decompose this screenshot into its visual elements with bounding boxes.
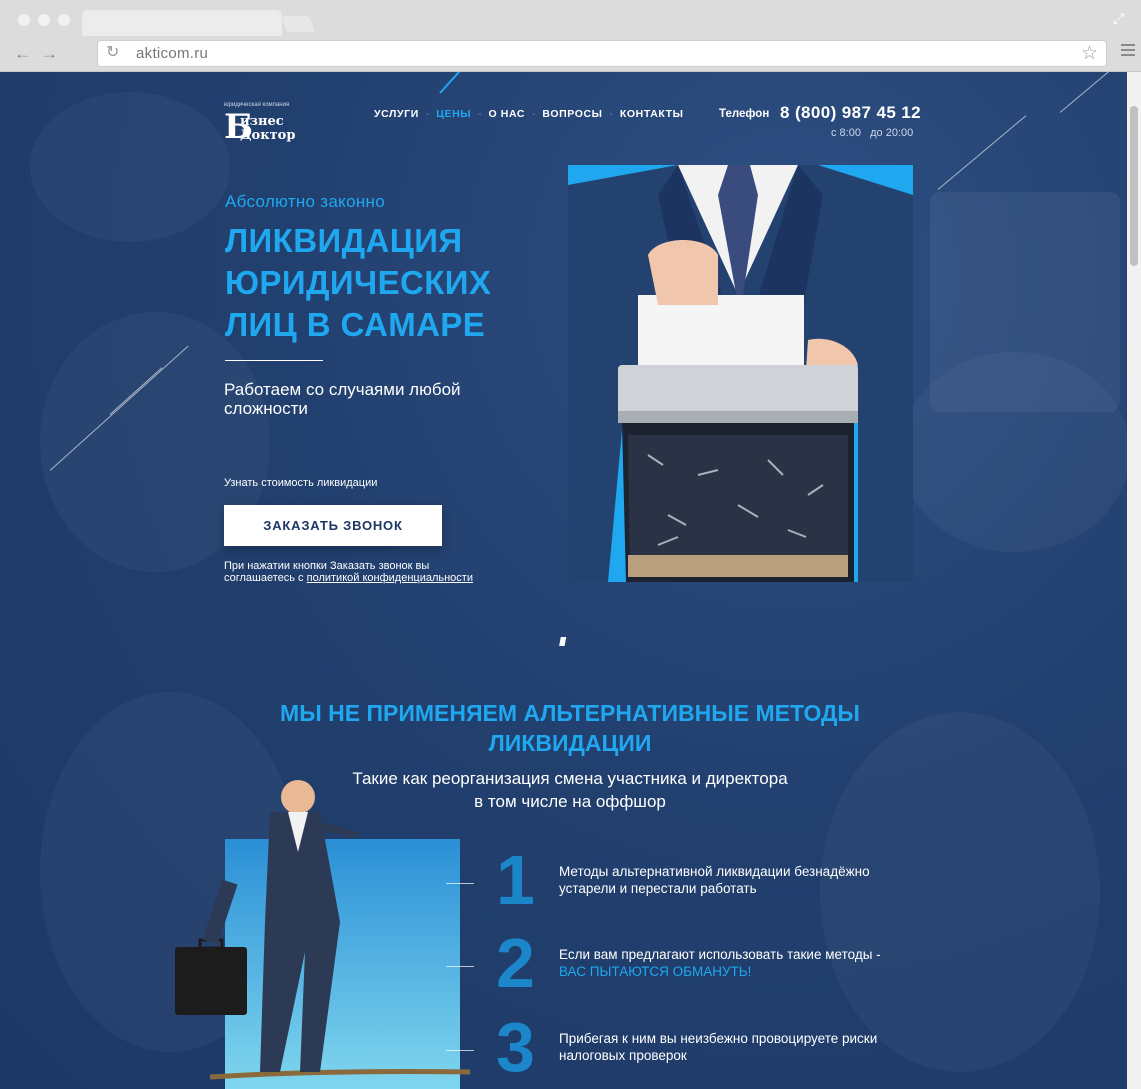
step-number: 1 xyxy=(496,841,535,919)
scrollbar-thumb[interactable] xyxy=(1130,106,1138,266)
step-tick xyxy=(446,883,474,884)
browser-chrome: ⤢ ← → ↻ akticom.ru ☆ xyxy=(0,0,1141,72)
step-number: 2 xyxy=(496,924,535,1002)
nav-separator: - xyxy=(478,108,482,120)
maximize-window-button[interactable] xyxy=(58,14,70,26)
step-1: 1 Методы альтернативной ликвидации безна… xyxy=(446,845,916,919)
order-call-button[interactable]: ЗАКАЗАТЬ ЗВОНОК xyxy=(224,505,442,546)
hero-divider xyxy=(225,360,323,361)
close-window-button[interactable] xyxy=(18,14,30,26)
step-text: Прибегая к ним вы неизбежно провоцируете… xyxy=(559,1030,899,1064)
minimize-window-button[interactable] xyxy=(38,14,50,26)
privacy-policy-link[interactable]: политикой конфиденциальности xyxy=(307,572,473,584)
nav-item-services[interactable]: УСЛУГИ xyxy=(374,108,419,120)
phone-number[interactable]: 8 (800) 987 45 12 xyxy=(780,103,921,123)
step-tick xyxy=(446,1050,474,1051)
reload-icon[interactable]: ↻ xyxy=(106,44,124,62)
deco-line xyxy=(1059,72,1114,113)
page-scrollbar[interactable] xyxy=(1127,72,1141,1089)
nav-item-contacts[interactable]: КОНТАКТЫ xyxy=(620,108,684,120)
step-number: 3 xyxy=(496,1008,535,1086)
tightrope-illustration xyxy=(175,780,470,1089)
logo-line1: изнес xyxy=(240,114,284,129)
step-tick xyxy=(446,966,474,967)
phone-label: Телефон xyxy=(719,108,770,120)
working-hours: с 8:00 до 20:00 xyxy=(831,127,914,139)
nav-separator: - xyxy=(425,108,430,120)
url-text[interactable]: akticom.ru xyxy=(136,45,208,62)
hero-subtitle: Работаем со случаями любой сложности xyxy=(224,380,461,418)
nav-item-about[interactable]: О НАС xyxy=(488,108,525,120)
consent-text: При нажатии кнопки Заказать звонок вы со… xyxy=(224,560,484,584)
cost-label: Узнать стоимость ликвидации xyxy=(224,477,378,489)
step-text-main: Если вам предлагают использовать такие м… xyxy=(559,947,881,962)
nav-item-prices[interactable]: ЦЕНЫ xyxy=(436,108,471,120)
star-icon[interactable]: ☆ xyxy=(1081,42,1098,65)
step-text: Методы альтернативной ликвидации безнадё… xyxy=(559,863,899,897)
logo-line2: Доктор xyxy=(240,128,296,143)
nav-separator: - xyxy=(532,108,536,120)
bg-shape xyxy=(900,352,1127,552)
shredder-illustration xyxy=(568,165,913,582)
scroll-down-icon[interactable]: //// xyxy=(559,635,566,649)
deco-line xyxy=(937,115,1027,190)
browser-tab-active[interactable] xyxy=(82,10,282,36)
step-text: Если вам предлагают использовать такие м… xyxy=(559,946,899,980)
step-text-main: Прибегая к ним вы неизбежно провоцируете… xyxy=(559,1031,878,1063)
forward-icon[interactable]: → xyxy=(41,44,58,64)
hero-image-shredder xyxy=(568,165,913,582)
company-logo[interactable]: юридическая компания Б изнес Доктор xyxy=(224,102,304,154)
section-title: МЫ НЕ ПРИМЕНЯЕМ АЛЬТЕРНАТИВНЫЕ МЕТОДЫ ЛИ… xyxy=(280,700,860,756)
nav-item-faq[interactable]: ВОПРОСЫ xyxy=(542,108,602,120)
hero-eyebrow: Абсолютно законно xyxy=(225,192,385,211)
new-tab-button[interactable] xyxy=(281,16,315,32)
bg-shape xyxy=(30,92,230,242)
hero-title: ЛИКВИДАЦИЯ ЮРИДИЧЕСКИХ ЛИЦ В САМАРЕ xyxy=(225,222,492,343)
expand-icon[interactable]: ⤢ xyxy=(1113,10,1129,26)
tightrope-image xyxy=(170,772,470,1089)
web-page: юридическая компания Б изнес Доктор УСЛУ… xyxy=(0,72,1127,1089)
window-controls xyxy=(18,14,70,26)
history-nav: ← → xyxy=(14,44,58,64)
nav-separator: - xyxy=(609,108,613,120)
menu-icon[interactable] xyxy=(1121,44,1135,58)
step-2: 2 Если вам предлагают использовать такие… xyxy=(446,928,916,1002)
main-nav: УСЛУГИ - ЦЕНЫ - О НАС - ВОПРОСЫ - КОНТАК… xyxy=(374,108,684,120)
back-icon[interactable]: ← xyxy=(14,44,31,64)
step-text-highlight: ВАС ПЫТАЮТСЯ ОБМАНУТЬ! xyxy=(559,964,752,979)
address-bar[interactable]: ↻ akticom.ru ☆ xyxy=(97,40,1107,67)
deco-line xyxy=(439,72,461,94)
step-text-main: Методы альтернативной ликвидации безнадё… xyxy=(559,864,870,896)
step-3: 3 Прибегая к ним вы неизбежно провоцируе… xyxy=(446,1012,916,1086)
